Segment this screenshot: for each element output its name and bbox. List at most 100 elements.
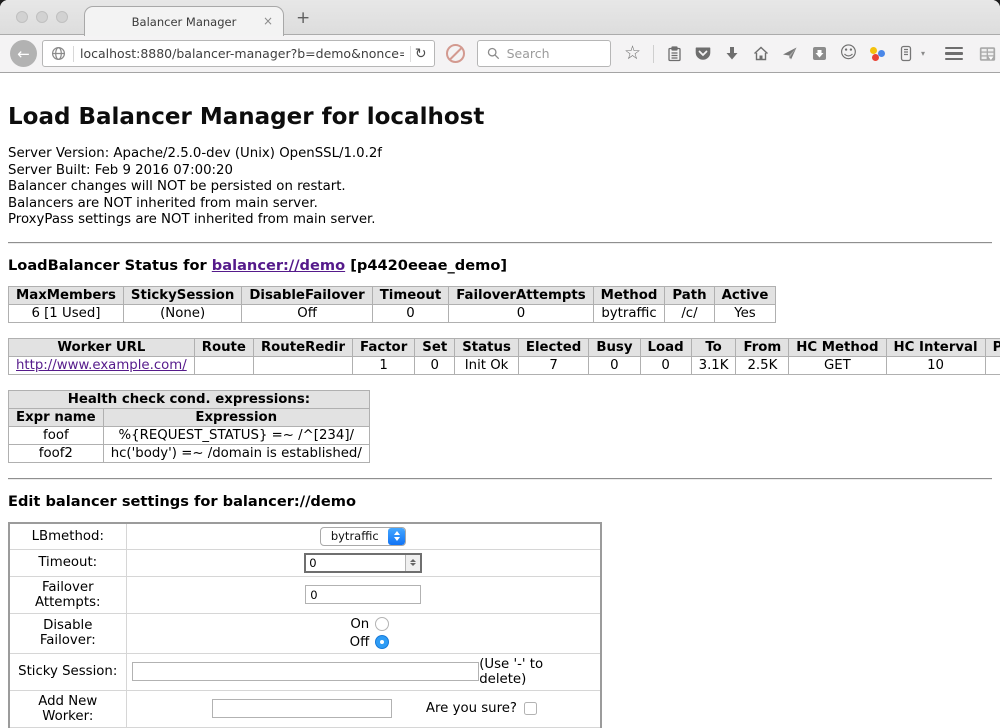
cell-expr-name: foof2 xyxy=(9,444,104,462)
radio-off-label: Off xyxy=(350,635,370,650)
failover-attempts-input[interactable] xyxy=(305,585,421,604)
col-header: Elected xyxy=(518,338,588,356)
timeout-input[interactable] xyxy=(306,555,405,571)
url-separator xyxy=(73,46,74,62)
balancers-note-line: Balancers are NOT inherited from main se… xyxy=(8,196,992,213)
pocket-icon[interactable] xyxy=(695,45,712,62)
minimize-window-button[interactable] xyxy=(36,11,48,23)
toolbar-buttons: ☆ xyxy=(624,45,925,63)
cell-elected: 7 xyxy=(518,356,588,374)
col-header: Factor xyxy=(353,338,415,356)
lbmethod-selected-value: bytraffic xyxy=(321,528,388,545)
radio-on[interactable] xyxy=(375,617,389,631)
cell-passes: 1 (0) xyxy=(985,356,1000,374)
health-check-table: Health check cond. expressions: Expr nam… xyxy=(8,390,370,463)
worker-table: Worker URL Route RouteRedir Factor Set S… xyxy=(8,338,1000,375)
cell-busy: 0 xyxy=(589,356,640,374)
status-heading-prefix: LoadBalancer Status for xyxy=(8,257,212,274)
balancer-demo-link[interactable]: balancer://demo xyxy=(212,257,345,274)
search-icon xyxy=(485,45,502,62)
apps-grid-icon[interactable] xyxy=(979,45,996,62)
home-icon[interactable] xyxy=(753,45,770,62)
are-you-sure-label: Are you sure? xyxy=(426,701,517,716)
url-bar[interactable]: ↻ xyxy=(42,40,435,67)
forum-smiley-icon[interactable]: ☺ xyxy=(840,45,857,62)
cell-timeout: 0 xyxy=(372,304,448,322)
cell-load: 0 xyxy=(640,356,691,374)
server-info: Server Version: Apache/2.5.0-dev (Unix) … xyxy=(8,146,992,229)
col-header: Set xyxy=(415,338,455,356)
col-header: RouteRedir xyxy=(253,338,352,356)
caret-down-icon[interactable]: ▾ xyxy=(921,49,925,58)
sticky-session-input[interactable] xyxy=(132,662,480,681)
browser-window: Balancer Manager × + ← ↻ xyxy=(0,0,1000,728)
divider xyxy=(8,242,992,244)
col-header: Status xyxy=(455,338,519,356)
health-table-title: Health check cond. expressions: xyxy=(9,390,370,408)
adblock-icon[interactable] xyxy=(446,44,465,63)
col-header: Timeout xyxy=(372,286,448,304)
edit-balancer-form: LBmethod: bytraffic Timeout: xyxy=(8,522,602,728)
worker-url-link[interactable]: http://www.example.com/ xyxy=(16,358,187,373)
close-window-button[interactable] xyxy=(16,11,28,23)
send-icon[interactable] xyxy=(782,45,799,62)
lbmethod-label: LBmethod: xyxy=(9,523,126,550)
failover-attempts-label: Failover Attempts: xyxy=(9,576,126,613)
cell-expression: %{REQUEST_STATUS} =~ /^[234]/ xyxy=(103,426,369,444)
menu-icon[interactable] xyxy=(945,47,963,61)
divider xyxy=(8,478,992,480)
cell-set: 0 xyxy=(415,356,455,374)
cell-hc-interval: 10 xyxy=(886,356,985,374)
reading-list-icon[interactable] xyxy=(666,45,683,62)
form-row-failover-attempts: Failover Attempts: xyxy=(9,576,601,613)
col-header: HC Method xyxy=(789,338,886,356)
radio-off[interactable] xyxy=(375,635,389,649)
cell-route xyxy=(194,356,253,374)
tab-balancer-manager[interactable]: Balancer Manager × xyxy=(84,6,284,36)
form-row-timeout: Timeout: xyxy=(9,549,601,576)
save-page-icon[interactable] xyxy=(811,45,828,62)
cell-expression: hc('body') =~ /domain is established/ xyxy=(103,444,369,462)
add-worker-input[interactable] xyxy=(212,699,392,718)
status-heading-suffix: [p4420eeae_demo] xyxy=(345,257,507,274)
back-button[interactable]: ← xyxy=(10,40,37,67)
search-bar[interactable] xyxy=(477,40,611,67)
reload-icon[interactable]: ↻ xyxy=(410,46,427,62)
page-content: Load Balancer Manager for localhost Serv… xyxy=(0,73,1000,728)
persist-note-line: Balancer changes will NOT be persisted o… xyxy=(8,179,992,196)
table-row: foof %{REQUEST_STATUS} =~ /^[234]/ xyxy=(9,426,370,444)
col-header: Worker URL xyxy=(9,338,195,356)
bookmark-star-icon[interactable]: ☆ xyxy=(624,45,641,62)
cell-status: Init Ok xyxy=(455,356,519,374)
are-you-sure-checkbox[interactable] xyxy=(524,702,537,715)
col-header: HC Interval xyxy=(886,338,985,356)
table-row: 6 [1 Used] (None) Off 0 0 bytraffic /c/ … xyxy=(9,304,776,322)
disable-failover-label: Disable Failover: xyxy=(9,613,126,653)
select-stepper-icon xyxy=(388,528,405,545)
colored-dots-extension-icon[interactable] xyxy=(869,45,886,62)
new-tab-button[interactable]: + xyxy=(296,8,310,28)
lbmethod-select[interactable]: bytraffic xyxy=(320,527,406,546)
zoom-window-button[interactable] xyxy=(56,11,68,23)
edit-settings-heading: Edit balancer settings for balancer://de… xyxy=(8,493,992,510)
table-header-row: Health check cond. expressions: xyxy=(9,390,370,408)
downloads-icon[interactable] xyxy=(724,45,741,62)
sticky-session-note: (Use '-' to delete) xyxy=(479,657,595,687)
tab-close-icon[interactable]: × xyxy=(263,14,273,28)
site-identity-globe-icon[interactable] xyxy=(50,45,67,62)
number-spinner-icon[interactable] xyxy=(405,555,420,571)
device-battery-icon[interactable] xyxy=(898,45,915,62)
col-header: Method xyxy=(593,286,665,304)
col-header: FailoverAttempts xyxy=(449,286,593,304)
cell-disablefailover: Off xyxy=(242,304,372,322)
server-built-line: Server Built: Feb 9 2016 07:00:20 xyxy=(8,163,992,180)
balancer-status-table: MaxMembers StickySession DisableFailover… xyxy=(8,286,776,323)
radio-on-label: On xyxy=(350,617,369,632)
add-worker-label: Add New Worker: xyxy=(9,690,126,727)
search-input[interactable] xyxy=(507,46,603,61)
form-row-add-worker: Add New Worker: Are you sure? xyxy=(9,690,601,727)
cell-path: /c/ xyxy=(665,304,714,322)
server-version-line: Server Version: Apache/2.5.0-dev (Unix) … xyxy=(8,146,992,163)
url-input[interactable] xyxy=(80,46,404,61)
status-heading: LoadBalancer Status for balancer://demo … xyxy=(8,257,992,274)
